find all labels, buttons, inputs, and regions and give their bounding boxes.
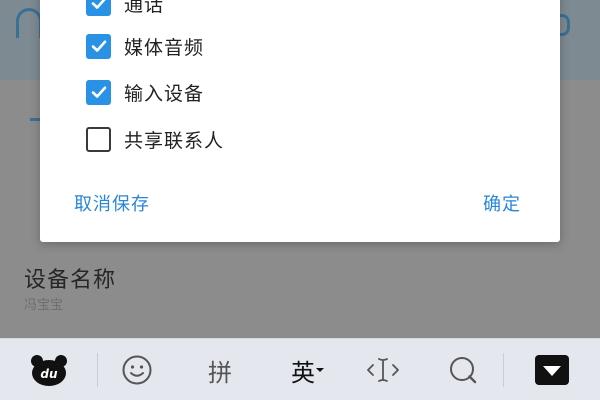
option-input-device[interactable]: 输入设备 [86,77,204,107]
cancel-save-button[interactable]: 取消保存 [74,190,150,216]
keyboard-toolbar: du 拼 英 [0,338,600,400]
option-share-contacts[interactable]: 共享联系人 [86,124,224,154]
option-label: 输入设备 [124,82,205,105]
check-icon [91,40,106,52]
option-media-audio[interactable]: 媒体音频 [86,31,204,61]
option-label: 媒体音频 [124,36,205,59]
confirm-button[interactable]: 确定 [483,190,521,216]
keyboard-logo-icon[interactable]: du [22,339,76,400]
checkbox-media-audio[interactable] [86,33,111,59]
device-name-value: 冯宝宝 [24,298,64,313]
chevron-down-icon [316,368,324,372]
english-input-button[interactable]: 英 [280,339,336,400]
checkbox-input-device[interactable] [86,79,111,105]
option-call[interactable]: 通话 [86,0,164,18]
check-icon [91,86,106,98]
pinyin-label: 拼 [208,358,232,387]
cursor-icon[interactable] [360,339,406,400]
option-label: 共享联系人 [124,129,225,152]
english-label: 英 [291,358,315,387]
headset-icon [16,8,42,38]
checkbox-call[interactable] [86,0,111,16]
profile-dialog: 通话 媒体音频 输入设备 共享联系人 取消保存 确定 [40,0,560,242]
pinyin-input-button[interactable]: 拼 [195,339,245,400]
svg-text:du: du [40,367,58,381]
emoji-icon[interactable] [112,339,162,400]
checkbox-share-contacts[interactable] [86,126,111,152]
search-icon[interactable] [440,339,486,400]
toolbar-divider [97,353,98,387]
toolbar-divider [503,353,504,387]
background-tab-indicator [30,118,40,121]
option-label: 通话 [124,0,165,16]
device-name-label: 设备名称 [24,268,117,293]
hide-keyboard-icon[interactable] [530,339,574,400]
check-icon [91,0,106,9]
